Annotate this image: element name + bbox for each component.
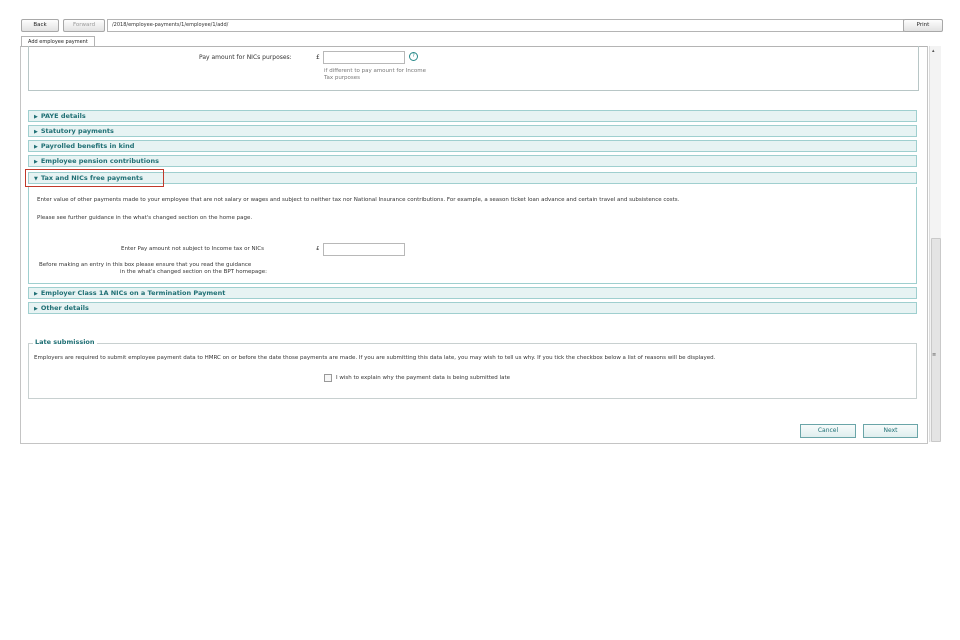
section-statutory-payments[interactable]: ▶ Statutory payments [28,125,917,137]
forward-button[interactable]: Forward [63,19,105,32]
expand-icon: ▶ [34,144,38,150]
tax-free-note-2: in the what's changed section on the BPT… [120,269,267,275]
late-submission-text: Employers are required to submit employe… [34,355,716,361]
section-employee-pension[interactable]: ▶ Employee pension contributions [28,155,917,167]
nics-pay-input[interactable] [323,51,405,64]
nics-pay-section [28,46,919,91]
tax-free-amount-input[interactable] [323,243,405,256]
section-label: Payrolled benefits in kind [40,142,135,150]
nics-pay-label: Pay amount for NICs purposes: [199,54,292,61]
section-paye-details[interactable]: ▶ PAYE details [28,110,917,122]
highlight-box [25,169,164,187]
print-button[interactable]: Print [903,19,943,32]
nics-pay-hint-1: if different to pay amount for Income [324,68,426,74]
expand-icon: ▶ [34,306,38,312]
help-icon[interactable]: ? [409,52,418,61]
section-label: Statutory payments [40,127,114,135]
tax-free-note-1: Before making an entry in this box pleas… [39,262,252,268]
tax-free-intro: Enter value of other payments made to yo… [37,197,680,203]
currency-symbol: £ [316,246,320,252]
scroll-thumb[interactable] [931,238,941,442]
expand-icon: ▶ [34,291,38,297]
cancel-button[interactable]: Cancel [800,424,856,438]
late-explain-checkbox[interactable] [324,374,332,382]
section-label: Employee pension contributions [40,157,159,165]
late-explain-label[interactable]: I wish to explain why the payment data i… [336,375,510,381]
scroll-grip-icon: ≡ [932,352,937,358]
section-label: Employer Class 1A NICs on a Termination … [40,289,226,297]
tax-free-guidance: Please see further guidance in the what'… [37,215,253,221]
currency-symbol: £ [316,54,320,61]
address-bar[interactable]: /2018/employee-payments/1/employee/1/add… [107,19,904,32]
nics-pay-hint-2: Tax purposes [324,75,361,81]
late-submission-legend: Late submission [33,338,97,346]
section-employer-class-1a[interactable]: ▶ Employer Class 1A NICs on a Termination… [28,287,917,299]
vertical-scrollbar[interactable]: ▴ ≡ [929,46,941,442]
back-button[interactable]: Back [21,19,59,32]
tax-free-field-label: Enter Pay amount not subject to Income t… [121,246,264,252]
section-payrolled-benefits[interactable]: ▶ Payrolled benefits in kind [28,140,917,152]
expand-icon: ▶ [34,114,38,120]
expand-icon: ▶ [34,129,38,135]
expand-icon: ▶ [34,159,38,165]
next-button[interactable]: Next [863,424,918,438]
late-submission-fieldset [28,343,917,399]
section-label: PAYE details [40,112,86,120]
section-label: Other details [40,304,89,312]
section-other-details[interactable]: ▶ Other details [28,302,917,314]
scroll-up-icon[interactable]: ▴ [932,48,935,54]
